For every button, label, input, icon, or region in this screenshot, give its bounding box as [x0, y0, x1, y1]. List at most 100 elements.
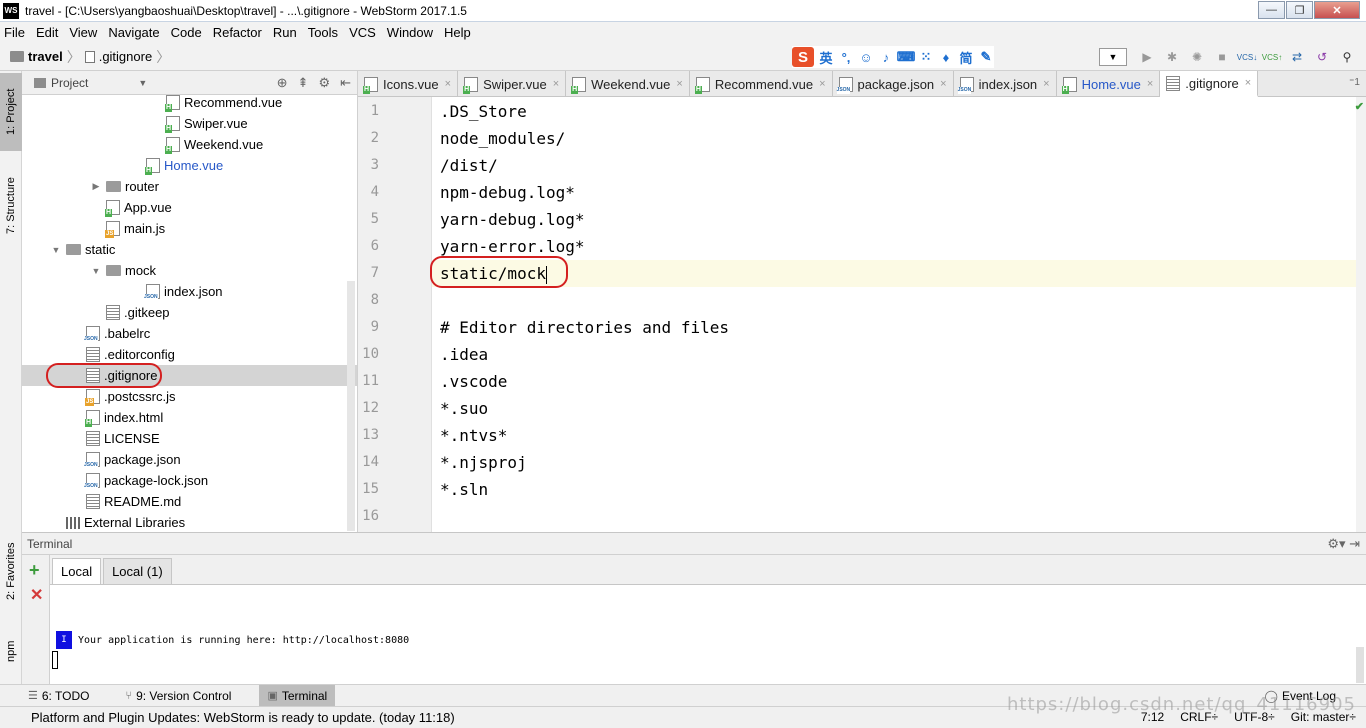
gear-icon[interactable]: ⚙ — [318, 75, 330, 91]
code-line[interactable]: .idea — [440, 345, 488, 364]
code-line[interactable]: npm-debug.log* — [440, 183, 575, 202]
tree-item[interactable]: index.json — [22, 281, 357, 302]
new-session-icon[interactable]: + — [29, 560, 40, 581]
menu-window[interactable]: Window — [387, 25, 433, 40]
editor-tab[interactable]: index.json × — [954, 71, 1057, 97]
menu-file[interactable]: File — [4, 25, 25, 40]
vcs-compare-icon[interactable]: ⇄ — [1286, 47, 1308, 67]
tree-item[interactable]: LICENSE — [22, 428, 357, 449]
run-icon[interactable]: ▶ — [1136, 47, 1158, 67]
close-tab-icon[interactable]: × — [819, 78, 825, 90]
close-tab-icon[interactable]: × — [1147, 78, 1153, 90]
tree-item[interactable]: Recommend.vue — [22, 92, 357, 113]
coverage-icon[interactable]: ✺ — [1186, 47, 1208, 67]
close-tab-icon[interactable]: × — [1245, 77, 1251, 89]
code-line[interactable]: *.njsproj — [440, 453, 527, 472]
tool-tab-favorites[interactable]: 2: Favorites — [0, 526, 22, 616]
tree-item[interactable]: README.md — [22, 491, 357, 512]
close-tab-icon[interactable]: × — [940, 78, 946, 90]
tree-item[interactable]: package.json — [22, 449, 357, 470]
collapse-all-icon[interactable]: ⇞ — [298, 75, 309, 91]
sogou-ime-icon[interactable]: S — [792, 47, 814, 67]
editor-tab[interactable]: package.json × — [833, 71, 954, 97]
tree-item[interactable]: package-lock.json — [22, 470, 357, 491]
chevron-right-icon[interactable]: ▶ — [90, 181, 102, 192]
close-session-icon[interactable]: ✕ — [30, 585, 43, 605]
code-line[interactable]: .vscode — [440, 372, 507, 391]
tree-item[interactable]: Home.vue — [22, 155, 357, 176]
grid-icon[interactable]: ⁙ — [918, 49, 934, 65]
code-line[interactable]: /dist/ — [440, 156, 498, 175]
project-panel-title[interactable]: Project — [51, 76, 88, 90]
code-editor[interactable]: .DS_Store node_modules/ /dist/npm-debug.lo… — [430, 97, 1356, 532]
tree-item[interactable]: ▼ static — [22, 239, 357, 260]
tool-window--version-control[interactable]: ⑂ 9: Version Control — [117, 685, 239, 707]
menu-tools[interactable]: Tools — [308, 25, 338, 40]
menu-navigate[interactable]: Navigate — [108, 25, 159, 40]
editor-tab[interactable]: Home.vue × — [1057, 71, 1161, 97]
code-line[interactable]: *.ntvs* — [440, 426, 507, 445]
chevron-down-icon[interactable]: ▼ — [138, 78, 147, 88]
stop-icon[interactable]: ■ — [1211, 47, 1233, 67]
terminal-output[interactable]: I Your application is running here: http… — [50, 585, 1366, 685]
tree-item[interactable]: .babelrc — [22, 323, 357, 344]
tree-item[interactable]: .postcssrc.js — [22, 386, 357, 407]
tabs-overflow-icon[interactable]: ⁼1 — [1349, 77, 1360, 88]
wrench-icon[interactable]: ✎ — [978, 49, 994, 65]
vcs-update-icon[interactable]: VCS↓ — [1236, 47, 1258, 67]
tree-item[interactable]: .editorconfig — [22, 344, 357, 365]
emoji-icon[interactable]: ☺ — [858, 49, 874, 65]
debug-icon[interactable]: ✱ — [1161, 47, 1183, 67]
editor-tab[interactable]: Swiper.vue × — [458, 71, 567, 97]
close-tab-icon[interactable]: × — [553, 78, 559, 90]
tree-item[interactable]: ▼ mock — [22, 260, 357, 281]
punctuation-icon[interactable]: °, — [838, 49, 854, 65]
menu-run[interactable]: Run — [273, 25, 297, 40]
code-line[interactable]: yarn-debug.log* — [440, 210, 585, 229]
code-line[interactable]: *.suo — [440, 399, 488, 418]
editor-tab[interactable]: Weekend.vue × — [566, 71, 690, 97]
menu-edit[interactable]: Edit — [36, 25, 58, 40]
menu-code[interactable]: Code — [171, 25, 202, 40]
terminal-gear-icon[interactable]: ⚙▾ ⇥ — [1327, 536, 1360, 552]
tree-item[interactable]: External Libraries — [22, 512, 357, 532]
tree-item[interactable]: main.js — [22, 218, 357, 239]
simplified-chinese-icon[interactable]: 简 — [958, 49, 974, 66]
tree-item[interactable]: Weekend.vue — [22, 134, 357, 155]
breadcrumb-file[interactable]: .gitignore — [99, 49, 152, 64]
close-tab-icon[interactable]: × — [445, 78, 451, 90]
tree-item[interactable]: Swiper.vue — [22, 113, 357, 134]
run-config-dropdown[interactable]: ▼ — [1099, 48, 1127, 66]
tool-tab-project[interactable]: 1: Project — [0, 73, 22, 151]
tree-item[interactable]: ▶ router — [22, 176, 357, 197]
close-button[interactable]: ✕ — [1314, 1, 1360, 19]
editor-tab[interactable]: .gitignore × — [1160, 71, 1259, 97]
breadcrumb-project[interactable]: travel — [28, 49, 63, 64]
editor-tab[interactable]: Recommend.vue × — [690, 71, 833, 97]
vcs-commit-icon[interactable]: VCS↑ — [1261, 47, 1283, 67]
code-line[interactable]: node_modules/ — [440, 129, 565, 148]
tool-tab-npm[interactable]: npm — [0, 626, 22, 676]
menu-refactor[interactable]: Refactor — [213, 25, 262, 40]
hide-panel-icon[interactable]: ⇤ — [340, 75, 351, 91]
microphone-icon[interactable]: ♪ — [878, 49, 894, 65]
tree-item[interactable]: index.html — [22, 407, 357, 428]
search-icon[interactable]: ⚲ — [1336, 47, 1358, 67]
minimize-button[interactable]: — — [1258, 1, 1285, 19]
terminal-scrollbar[interactable] — [1356, 647, 1364, 683]
tree-item[interactable]: App.vue — [22, 197, 357, 218]
code-line[interactable]: # Editor directories and files — [440, 318, 729, 337]
ime-language-label[interactable]: 英 — [818, 49, 834, 66]
code-line[interactable]: *.sln — [440, 480, 488, 499]
close-tab-icon[interactable]: × — [676, 78, 682, 90]
code-line[interactable]: .DS_Store — [440, 102, 527, 121]
skin-icon[interactable]: ♦ — [938, 49, 954, 65]
editor-scrollbar[interactable] — [1356, 97, 1366, 532]
code-line[interactable]: yarn-error.log* — [440, 237, 585, 256]
chevron-down-icon[interactable]: ▼ — [50, 245, 62, 255]
tool-window-terminal[interactable]: ▣ Terminal — [259, 684, 336, 707]
locate-icon[interactable]: ⊕ — [277, 75, 288, 91]
keyboard-icon[interactable]: ⌨ — [897, 49, 916, 65]
menu-view[interactable]: View — [69, 25, 97, 40]
revert-icon[interactable]: ↺ — [1311, 47, 1333, 67]
